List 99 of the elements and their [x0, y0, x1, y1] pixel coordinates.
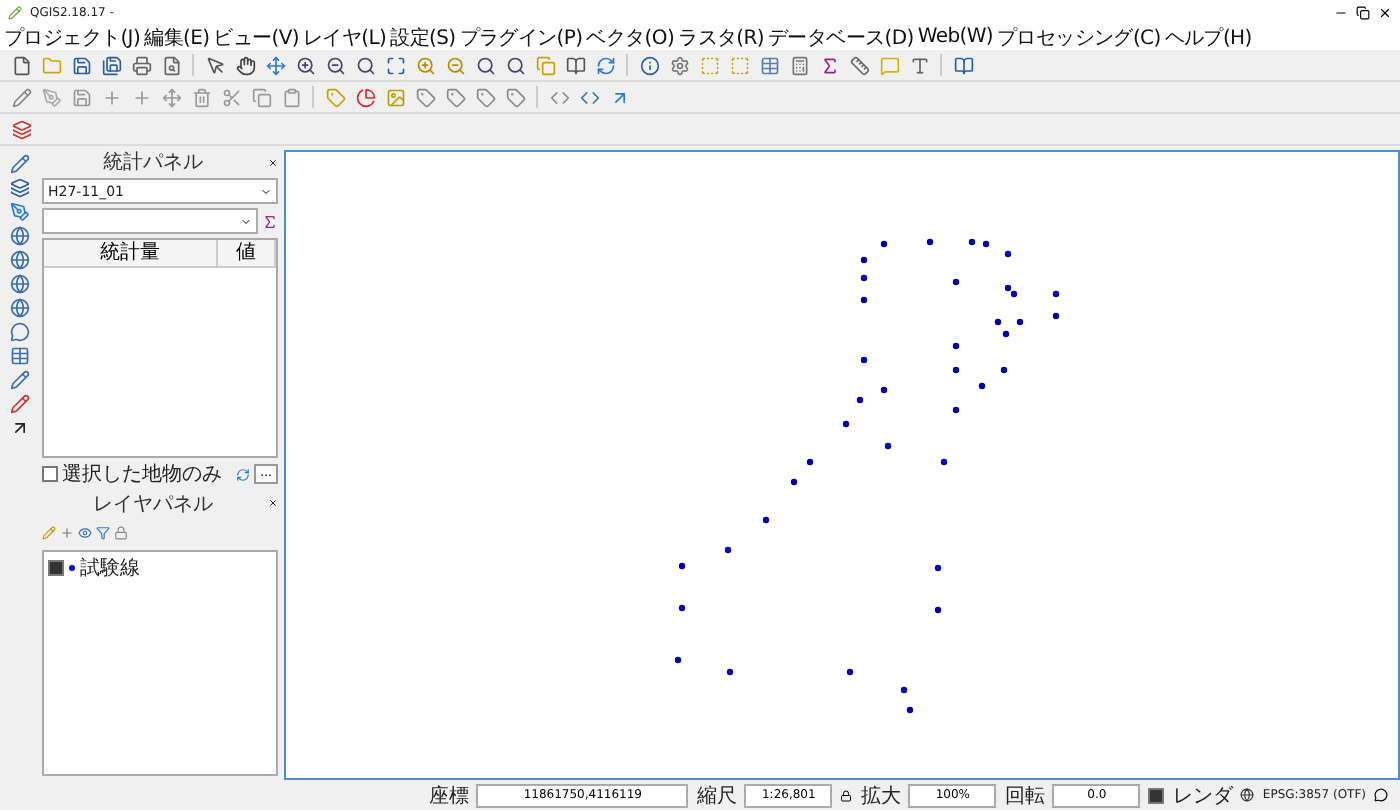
menu-item[interactable]: 設定(S): [388, 23, 458, 51]
menu-item[interactable]: Web(W): [915, 26, 996, 48]
menu-item[interactable]: レイヤ(L): [301, 23, 389, 51]
refresh-button[interactable]: [592, 52, 618, 78]
close-icon[interactable]: [1378, 5, 1392, 19]
gear-button[interactable]: [666, 52, 692, 78]
menu-item[interactable]: データベース(D): [766, 23, 916, 51]
lock-icon[interactable]: [840, 789, 853, 801]
book-icon: [565, 55, 585, 75]
save-as-button[interactable]: [98, 52, 124, 78]
table-button[interactable]: [756, 52, 782, 78]
identify-button[interactable]: [636, 52, 662, 78]
code-icon: [549, 87, 569, 107]
column-header[interactable]: 統計量: [44, 240, 218, 268]
tag-icon: [505, 87, 525, 107]
layer-name[interactable]: 試験線: [80, 554, 272, 582]
save-icon: [71, 55, 91, 75]
move-button[interactable]: [262, 52, 288, 78]
layer-icon: [11, 119, 31, 139]
search-icon: [355, 55, 375, 75]
refresh-icon[interactable]: [236, 467, 251, 481]
caret-icon: [260, 185, 272, 197]
globe-icon[interactable]: [1240, 788, 1255, 802]
point-symbol-icon: [68, 564, 76, 572]
trash-icon: [191, 87, 211, 107]
table-icon: [759, 55, 779, 75]
sigma-icon: [819, 55, 839, 75]
render-label: レンダ: [1172, 783, 1233, 809]
menu-item[interactable]: ビュー(V): [211, 23, 302, 51]
arrow-icon[interactable]: [10, 418, 30, 438]
gear-icon: [669, 55, 689, 75]
hand-button[interactable]: [232, 52, 258, 78]
speech-bubble-icon: [879, 55, 899, 75]
search-button[interactable]: [352, 52, 378, 78]
copy-icon: [251, 87, 271, 107]
restore-icon[interactable]: [1356, 5, 1370, 19]
text-icon: [909, 55, 929, 75]
layer-checkbox[interactable]: [48, 560, 64, 576]
tag-icon: [475, 87, 495, 107]
menu-item[interactable]: プロジェクト(J): [2, 23, 143, 51]
zoom-in-icon: [295, 55, 315, 75]
folder-icon: [41, 55, 61, 75]
checkbox[interactable]: [42, 466, 58, 482]
save-button[interactable]: [68, 52, 94, 78]
cursor-button[interactable]: [202, 52, 228, 78]
pie-icon: [355, 87, 375, 107]
label-icon: [325, 87, 345, 107]
menu-item[interactable]: プラグイン(P): [457, 23, 585, 51]
pencil-icon: [11, 87, 31, 107]
app-logo-icon: [8, 5, 22, 19]
zoom-out-button[interactable]: [322, 52, 348, 78]
menu-item[interactable]: ヘルプ(H): [1162, 23, 1254, 51]
pie-button[interactable]: [352, 84, 378, 110]
save-as-icon: [101, 55, 121, 75]
tag-icon: [445, 87, 465, 107]
comment-icon[interactable]: [10, 322, 30, 342]
print-icon: [131, 55, 151, 75]
rotation-label: 回転: [1004, 783, 1045, 809]
panel-title: レイヤパネル: [91, 491, 215, 517]
render-checkbox[interactable]: [1148, 787, 1165, 803]
ruler-icon: [849, 55, 869, 75]
panel-title: 統計パネル: [101, 149, 205, 176]
zoom-out-icon: [325, 55, 345, 75]
image-icon: [385, 87, 405, 107]
refresh-icon: [595, 55, 615, 75]
document-search-icon: [161, 55, 181, 75]
calculator-icon: [789, 55, 809, 75]
column-header[interactable]: 値: [218, 240, 276, 268]
pencil-button[interactable]: [8, 84, 34, 110]
move-icon: [265, 55, 285, 75]
coordinate-label: 座標: [428, 783, 469, 809]
filter-icon[interactable]: [96, 525, 110, 539]
magnifier-label: 拡大: [860, 783, 901, 809]
field-dropdown[interactable]: [42, 208, 258, 234]
pen-icon: [41, 87, 61, 107]
layer-button[interactable]: [8, 116, 34, 142]
scissors-icon: [221, 87, 241, 107]
menu-item[interactable]: ベクタ(O): [584, 23, 677, 51]
caret-icon: [240, 215, 252, 227]
hand-icon: [235, 55, 255, 75]
new-file-icon: [11, 55, 31, 75]
ruler-button[interactable]: [846, 52, 872, 78]
cursor-icon: [205, 55, 225, 75]
menu-item[interactable]: ラスタ(R): [676, 23, 767, 51]
save-button[interactable]: [68, 84, 94, 110]
save-icon: [71, 87, 91, 107]
zoom-in-button[interactable]: [292, 52, 318, 78]
menu-item[interactable]: 編集(E): [142, 23, 212, 51]
eye-icon[interactable]: [78, 525, 92, 539]
move-icon: [161, 87, 181, 107]
clipboard-icon: [281, 87, 301, 107]
print-button[interactable]: [128, 52, 154, 78]
menu-item[interactable]: プロセッシング(C): [995, 23, 1163, 51]
scale-label: 縮尺: [696, 783, 737, 809]
checkbox-label: 選択した地物のみ: [62, 461, 224, 488]
move-button[interactable]: [158, 84, 184, 110]
book-button[interactable]: [562, 52, 588, 78]
identify-icon: [639, 55, 659, 75]
message-icon[interactable]: [1374, 788, 1388, 802]
